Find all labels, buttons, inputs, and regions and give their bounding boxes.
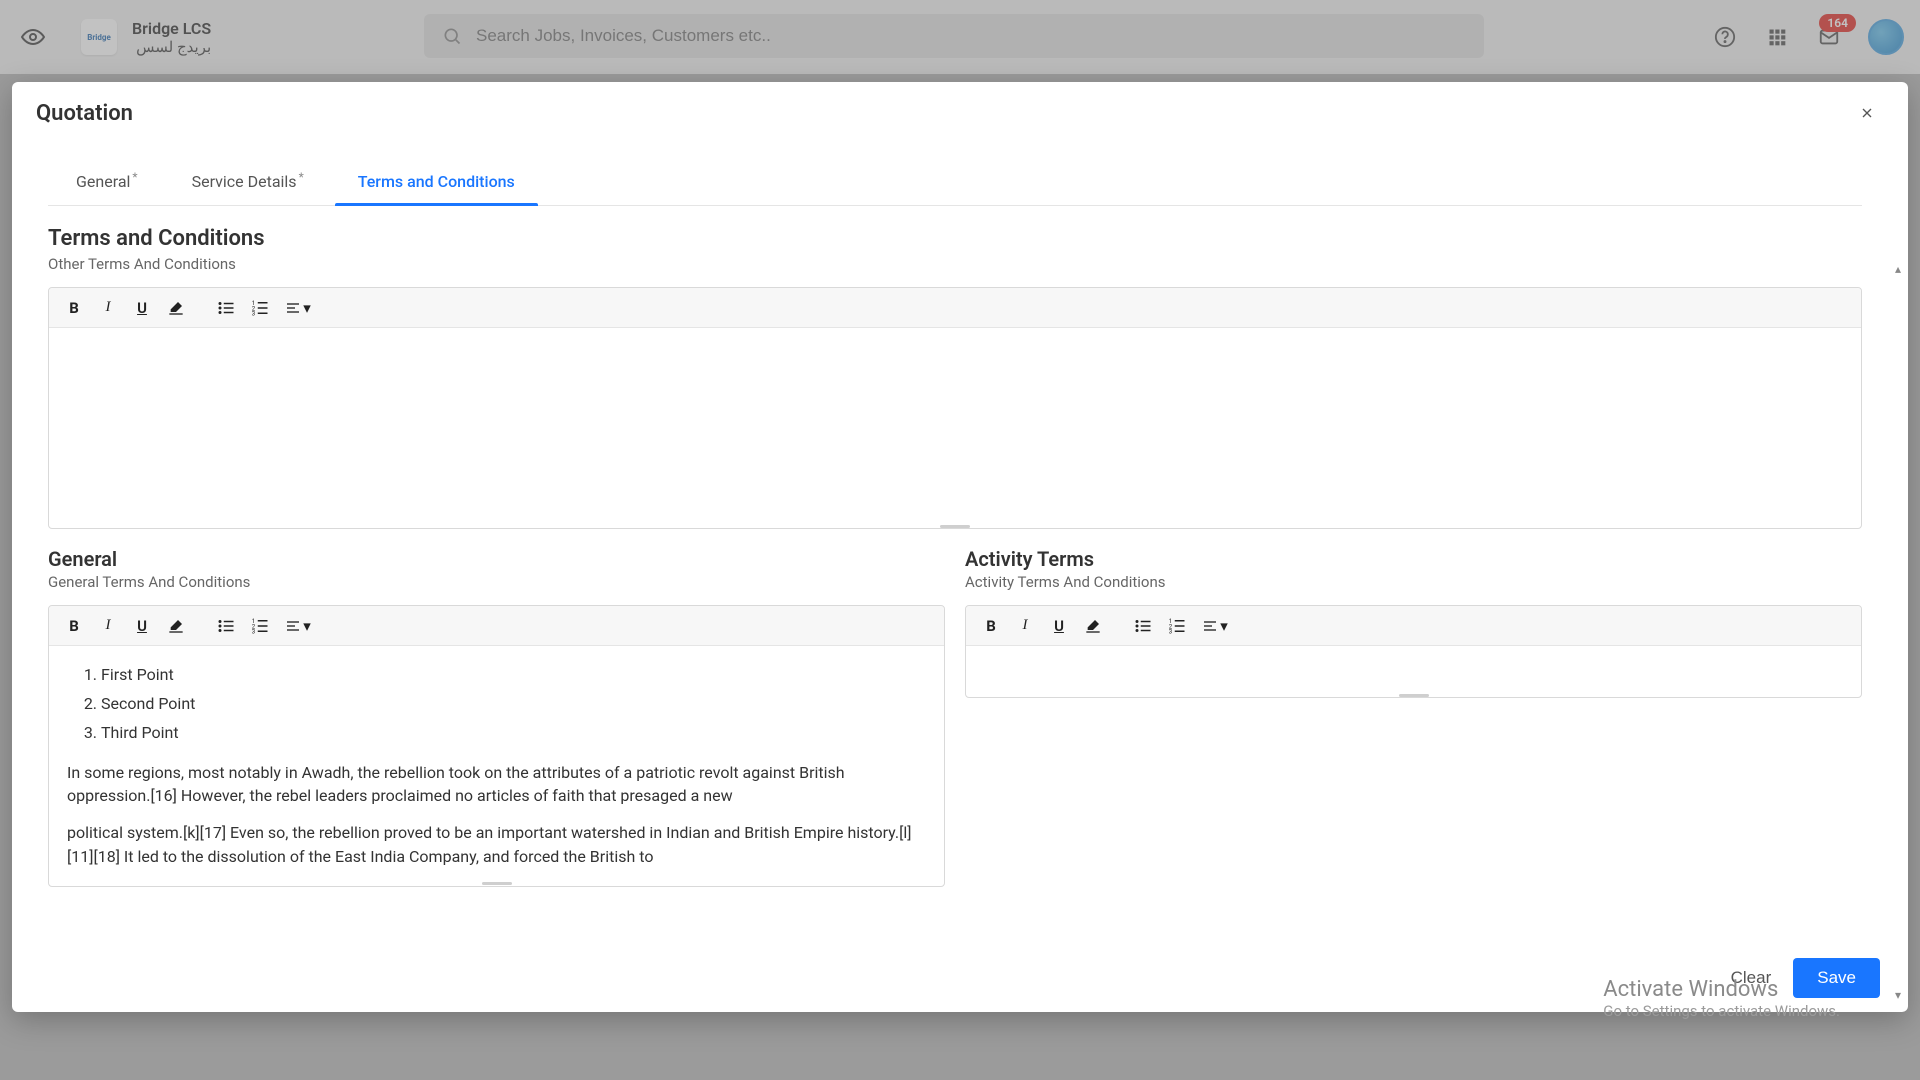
ordered-list-button[interactable]: 123 — [247, 295, 273, 321]
editor-other-terms-resize[interactable] — [49, 524, 1861, 528]
section-general-title: General — [48, 547, 945, 571]
unordered-list-button[interactable] — [213, 295, 239, 321]
modal-tabs: General* Service Details* Terms and Cond… — [48, 162, 1862, 206]
editor-general-content[interactable]: First Point Second Point Third Point In … — [49, 646, 944, 882]
tab-service-details[interactable]: Service Details* — [164, 162, 330, 205]
bold-button[interactable]: B — [61, 613, 87, 639]
clear-format-button[interactable] — [163, 613, 189, 639]
list-item: First Point — [101, 660, 926, 689]
underline-button[interactable]: U — [1046, 613, 1072, 639]
modal-footer: Clear Save — [1731, 958, 1880, 998]
tab-terms-and-conditions[interactable]: Terms and Conditions — [330, 162, 543, 205]
list-item: Second Point — [101, 689, 926, 718]
svg-text:3: 3 — [252, 310, 255, 317]
section-general-subtitle: General Terms And Conditions — [48, 573, 945, 591]
modal-close-button[interactable] — [1854, 100, 1880, 126]
quotation-modal: Quotation ▴▾ General* Service Details* T… — [12, 82, 1908, 1012]
ordered-list-button[interactable]: 123 — [247, 613, 273, 639]
editor-activity-resize[interactable] — [966, 693, 1861, 697]
tab-terms-label: Terms and Conditions — [358, 172, 515, 191]
italic-button[interactable]: I — [95, 295, 121, 321]
bold-button[interactable]: B — [61, 295, 87, 321]
editor-other-terms-content[interactable] — [49, 328, 1861, 524]
section-terms-subtitle: Other Terms And Conditions — [48, 255, 1862, 273]
section-terms-title: Terms and Conditions — [48, 226, 1862, 251]
ordered-list-button[interactable]: 123 — [1164, 613, 1190, 639]
list-item: Third Point — [101, 718, 926, 747]
paragraph: political system.[k][17] Even so, the re… — [67, 821, 926, 867]
align-dropdown[interactable]: ▾ — [281, 613, 315, 639]
underline-button[interactable]: U — [129, 295, 155, 321]
tab-service-details-label: Service Details — [192, 172, 297, 191]
editor-other-terms: B I U 123 ▾ — [48, 287, 1862, 529]
unordered-list-button[interactable] — [1130, 613, 1156, 639]
paragraph: In some regions, most notably in Awadh, … — [67, 761, 926, 807]
editor-activity-toolbar: B I U 123 ▾ — [966, 606, 1861, 646]
section-activity-subtitle: Activity Terms And Conditions — [965, 573, 1862, 591]
align-dropdown[interactable]: ▾ — [1198, 613, 1232, 639]
editor-activity-terms: B I U 123 ▾ — [965, 605, 1862, 698]
modal-title: Quotation — [36, 101, 133, 126]
clear-format-button[interactable] — [1080, 613, 1106, 639]
editor-general-resize[interactable] — [49, 882, 944, 886]
clear-button[interactable]: Clear — [1731, 968, 1772, 988]
editor-activity-content[interactable] — [966, 646, 1861, 693]
editor-general-toolbar: B I U 123 ▾ — [49, 606, 944, 646]
underline-button[interactable]: U — [129, 613, 155, 639]
unordered-list-button[interactable] — [213, 613, 239, 639]
italic-button[interactable]: I — [1012, 613, 1038, 639]
svg-text:3: 3 — [252, 628, 255, 635]
save-button[interactable]: Save — [1793, 958, 1880, 998]
editor-general-terms: B I U 123 ▾ First Point Se — [48, 605, 945, 887]
clear-format-button[interactable] — [163, 295, 189, 321]
section-activity-title: Activity Terms — [965, 547, 1862, 571]
editor-other-terms-toolbar: B I U 123 ▾ — [49, 288, 1861, 328]
modal-scrollbar[interactable]: ▴▾ — [1891, 262, 1905, 1002]
italic-button[interactable]: I — [95, 613, 121, 639]
svg-text:3: 3 — [1169, 628, 1172, 635]
tab-general-label: General — [76, 172, 130, 191]
align-dropdown[interactable]: ▾ — [281, 295, 315, 321]
bold-button[interactable]: B — [978, 613, 1004, 639]
tab-general[interactable]: General* — [48, 162, 164, 205]
